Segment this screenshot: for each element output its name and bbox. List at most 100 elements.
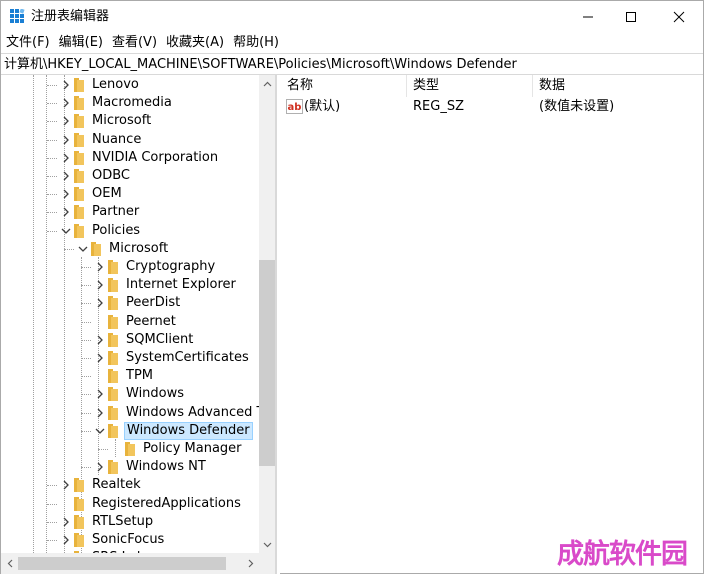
menu-file[interactable]: 文件(F)	[6, 32, 50, 53]
chevron-right-icon[interactable]	[61, 135, 71, 145]
folder-icon	[74, 187, 84, 201]
column-header-type[interactable]: 类型	[407, 75, 533, 97]
chevron-right-icon[interactable]	[61, 80, 71, 90]
tree-item-macromedia[interactable]: Macromedia	[1, 94, 259, 112]
chevron-right-icon[interactable]	[95, 262, 105, 272]
tree-item-peerdist[interactable]: PeerDist	[1, 294, 259, 312]
tree-item-label: Nuance	[92, 132, 142, 147]
scroll-right-button[interactable]	[242, 555, 259, 572]
chevron-right-icon[interactable]	[61, 189, 71, 199]
vertical-scroll-thumb[interactable]	[259, 260, 275, 466]
folder-icon	[74, 78, 84, 92]
tree-guide-connector	[81, 394, 91, 395]
folder-icon	[91, 242, 101, 256]
menu-view[interactable]: 查看(V)	[112, 32, 157, 53]
value-row[interactable]: ab (默认) REG_SZ (数值未设置)	[281, 97, 703, 117]
chevron-right-icon[interactable]	[95, 298, 105, 308]
chevron-right-icon[interactable]	[61, 535, 71, 545]
column-header-data[interactable]: 数据	[533, 75, 703, 97]
chevron-right-icon[interactable]	[61, 207, 71, 217]
key-tree: Lenovo Macromedia Microsoft Nuance NVIDIA Co…	[1, 75, 259, 553]
tree-horizontal-scrollbar[interactable]	[1, 553, 259, 574]
chevron-right-icon[interactable]	[61, 153, 71, 163]
tree-item-sonicfocus[interactable]: SonicFocus	[1, 531, 259, 549]
tree-item-policies-microsoft[interactable]: Microsoft	[1, 240, 259, 258]
tree-item-peernet[interactable]: Peernet	[1, 313, 259, 331]
tree-guide-connector	[81, 431, 91, 432]
tree-item-lenovo[interactable]: Lenovo	[1, 76, 259, 94]
tree-item-microsoft[interactable]: Microsoft	[1, 112, 259, 130]
chevron-right-icon[interactable]	[95, 462, 105, 472]
tree-guide-connector	[47, 85, 57, 86]
tree-item-realtek[interactable]: Realtek	[1, 476, 259, 494]
address-bar[interactable]: 计算机\HKEY_LOCAL_MACHINE\SOFTWARE\Policies…	[1, 53, 703, 75]
chevron-down-icon[interactable]	[61, 226, 71, 236]
scroll-left-button[interactable]	[1, 555, 18, 572]
folder-icon	[108, 406, 118, 420]
close-icon	[673, 11, 685, 22]
tree-item-policies[interactable]: Policies	[1, 222, 259, 240]
tree-item-windows-advanced-threat-protection[interactable]: Windows Advanced Threat Protection	[1, 404, 259, 422]
chevron-down-icon[interactable]	[78, 244, 88, 254]
column-header-name[interactable]: 名称	[281, 75, 407, 97]
chevron-down-icon[interactable]	[95, 426, 105, 436]
folder-icon	[74, 224, 84, 238]
tree-item-partner[interactable]: Partner	[1, 203, 259, 221]
chevron-right-icon[interactable]	[61, 517, 71, 527]
tree-item-sqmclient[interactable]: SQMClient	[1, 331, 259, 349]
registry-editor-app-icon	[10, 9, 25, 23]
tree-guide-connector	[81, 267, 91, 268]
title-bar[interactable]: 注册表编辑器	[1, 1, 703, 32]
close-button[interactable]	[656, 1, 702, 32]
chevron-right-icon[interactable]	[95, 335, 105, 345]
scroll-down-button[interactable]	[259, 536, 275, 553]
maximize-button[interactable]	[608, 1, 654, 32]
tree-item-windows[interactable]: Windows	[1, 385, 259, 403]
tree-item-label: Internet Explorer	[126, 277, 236, 292]
tree-item-oem[interactable]: OEM	[1, 185, 259, 203]
chevron-right-icon[interactable]	[61, 116, 71, 126]
tree-item-label: SystemCertificates	[126, 350, 249, 365]
tree-item-registeredapplications[interactable]: RegisteredApplications	[1, 495, 259, 513]
tree-item-odbc[interactable]: ODBC	[1, 167, 259, 185]
scroll-up-button[interactable]	[259, 75, 275, 92]
tree-guide-connector	[47, 522, 57, 523]
tree-item-internet-explorer[interactable]: Internet Explorer	[1, 276, 259, 294]
tree-guide-connector	[81, 358, 91, 359]
tree-vertical-scrollbar[interactable]	[259, 75, 275, 553]
tree-item-label: TPM	[126, 368, 153, 383]
address-path[interactable]: 计算机\HKEY_LOCAL_MACHINE\SOFTWARE\Policies…	[4, 56, 517, 73]
chevron-right-icon[interactable]	[95, 353, 105, 363]
tree-item-windows-nt[interactable]: Windows NT	[1, 458, 259, 476]
pane-splitter[interactable]	[276, 75, 280, 574]
menu-favorites[interactable]: 收藏夹(A)	[166, 32, 224, 53]
menu-edit[interactable]: 编辑(E)	[59, 32, 103, 53]
chevron-right-icon[interactable]	[95, 389, 105, 399]
maximize-icon	[626, 11, 636, 22]
tree-item-label: Lenovo	[92, 77, 139, 92]
tree-item-tpm[interactable]: TPM	[1, 367, 259, 385]
tree-item-label: Microsoft	[109, 241, 169, 256]
tree-item-nvidia-corporation[interactable]: NVIDIA Corporation	[1, 149, 259, 167]
chevron-right-icon[interactable]	[61, 480, 71, 490]
values-pane: 名称 类型 数据 ab (默认) REG_SZ (数值未设置)	[281, 75, 703, 574]
chevron-right-icon[interactable]	[61, 171, 71, 181]
tree-item-nuance[interactable]: Nuance	[1, 131, 259, 149]
string-value-icon: ab	[286, 99, 303, 114]
chevron-right-icon[interactable]	[61, 98, 71, 108]
menu-help[interactable]: 帮助(H)	[233, 32, 279, 53]
tree-item-rtlsetup[interactable]: RTLSetup	[1, 513, 259, 531]
horizontal-scroll-thumb[interactable]	[18, 557, 226, 570]
tree-item-cryptography[interactable]: Cryptography	[1, 258, 259, 276]
chevron-right-icon[interactable]	[95, 280, 105, 290]
tree-item-systemcertificates[interactable]: SystemCertificates	[1, 349, 259, 367]
minimize-button[interactable]	[565, 1, 611, 32]
chevron-right-icon	[248, 559, 253, 568]
folder-icon	[108, 387, 118, 401]
folder-icon	[74, 478, 84, 492]
tree-item-label: Cryptography	[126, 259, 216, 274]
chevron-right-icon[interactable]	[95, 408, 105, 418]
tree-item-windows-defender[interactable]: Windows Defender	[1, 422, 259, 440]
folder-icon	[108, 460, 118, 474]
tree-item-policy-manager[interactable]: Policy Manager	[1, 440, 259, 458]
